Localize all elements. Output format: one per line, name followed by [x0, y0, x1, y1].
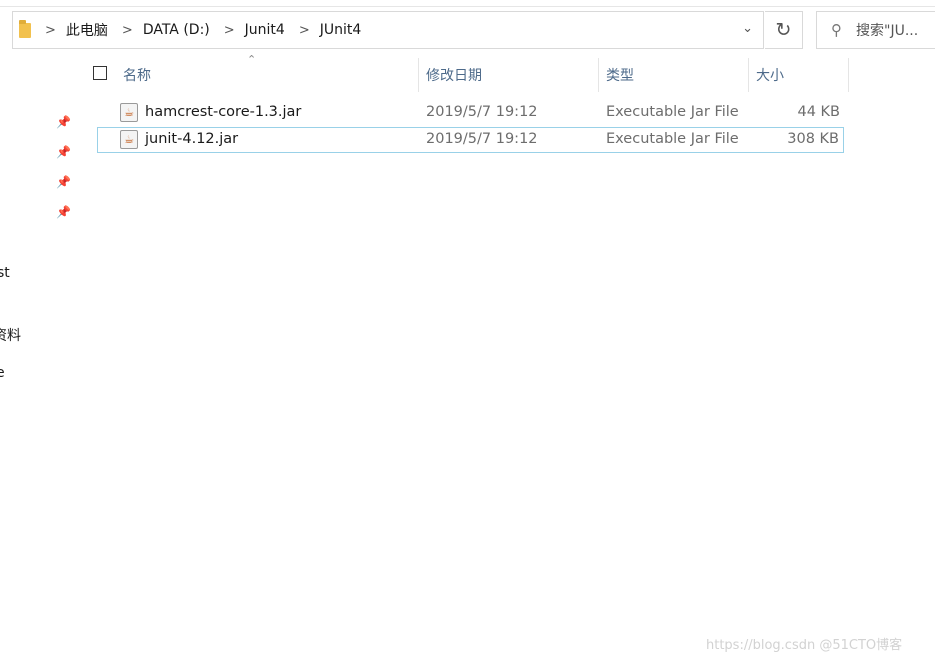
pin-icon[interactable]: 📌 — [56, 115, 71, 129]
search-input[interactable]: 搜索"JU... — [856, 20, 918, 40]
nav-item[interactable]: st — [0, 265, 10, 281]
breadcrumb-junit4-current[interactable]: JUnit4 — [320, 22, 362, 38]
address-bar[interactable]: > 此电脑 > DATA (D:) > Junit4 > JUnit4 ⌄ — [12, 11, 764, 49]
column-header-name[interactable]: 名称 — [123, 65, 151, 85]
breadcrumb-junit4-parent[interactable]: Junit4 — [245, 22, 285, 38]
column-header-row: ⌃ 名称 修改日期 类型 大小 — [80, 53, 850, 92]
column-divider[interactable] — [598, 58, 599, 92]
column-divider[interactable] — [418, 58, 419, 92]
chevron-right-icon[interactable]: > — [299, 23, 310, 38]
refresh-button[interactable]: ↻ — [765, 11, 803, 49]
file-date: 2019/5/7 19:12 — [426, 104, 538, 120]
file-type: Executable Jar File — [606, 131, 739, 147]
pin-icon[interactable]: 📌 — [56, 145, 71, 159]
search-icon: ⚲ — [831, 21, 842, 39]
file-name[interactable]: junit-4.12.jar — [145, 131, 238, 147]
nav-item[interactable]: e — [0, 365, 5, 381]
jar-file-icon: ☕ — [120, 130, 138, 149]
search-box[interactable]: ⚲ 搜索"JU... — [816, 11, 935, 49]
watermark: https://blog.csdn @51CTO博客 — [706, 638, 903, 653]
select-all-checkbox[interactable] — [93, 66, 107, 80]
breadcrumb-data-drive[interactable]: DATA (D:) — [143, 22, 210, 38]
file-date: 2019/5/7 19:12 — [426, 131, 538, 147]
file-size: 44 KB — [797, 104, 840, 120]
column-header-date[interactable]: 修改日期 — [426, 65, 482, 85]
file-size: 308 KB — [787, 131, 839, 147]
file-name[interactable]: hamcrest-core-1.3.jar — [145, 104, 301, 120]
window-top-border — [0, 6, 935, 7]
column-divider[interactable] — [748, 58, 749, 92]
column-header-type[interactable]: 类型 — [606, 65, 634, 85]
column-header-size[interactable]: 大小 — [756, 65, 784, 85]
pin-icon[interactable]: 📌 — [56, 205, 71, 219]
file-row[interactable]: ☕ hamcrest-core-1.3.jar 2019/5/7 19:12 E… — [97, 100, 844, 126]
refresh-icon: ↻ — [775, 19, 792, 41]
jar-file-icon: ☕ — [120, 103, 138, 122]
chevron-right-icon[interactable]: > — [122, 23, 133, 38]
folder-icon — [19, 19, 31, 38]
file-row-selected[interactable]: ☕ junit-4.12.jar 2019/5/7 19:12 Executab… — [97, 127, 844, 153]
chevron-right-icon[interactable]: > — [224, 23, 235, 38]
nav-item[interactable]: 资料 — [0, 325, 21, 345]
breadcrumb-this-pc[interactable]: 此电脑 — [66, 20, 108, 40]
sort-ascending-icon: ⌃ — [247, 53, 257, 66]
chevron-right-icon[interactable]: > — [45, 23, 56, 38]
file-type: Executable Jar File — [606, 104, 739, 120]
column-divider[interactable] — [848, 58, 849, 92]
chevron-down-icon[interactable]: ⌄ — [742, 21, 753, 36]
pin-icon[interactable]: 📌 — [56, 175, 71, 189]
